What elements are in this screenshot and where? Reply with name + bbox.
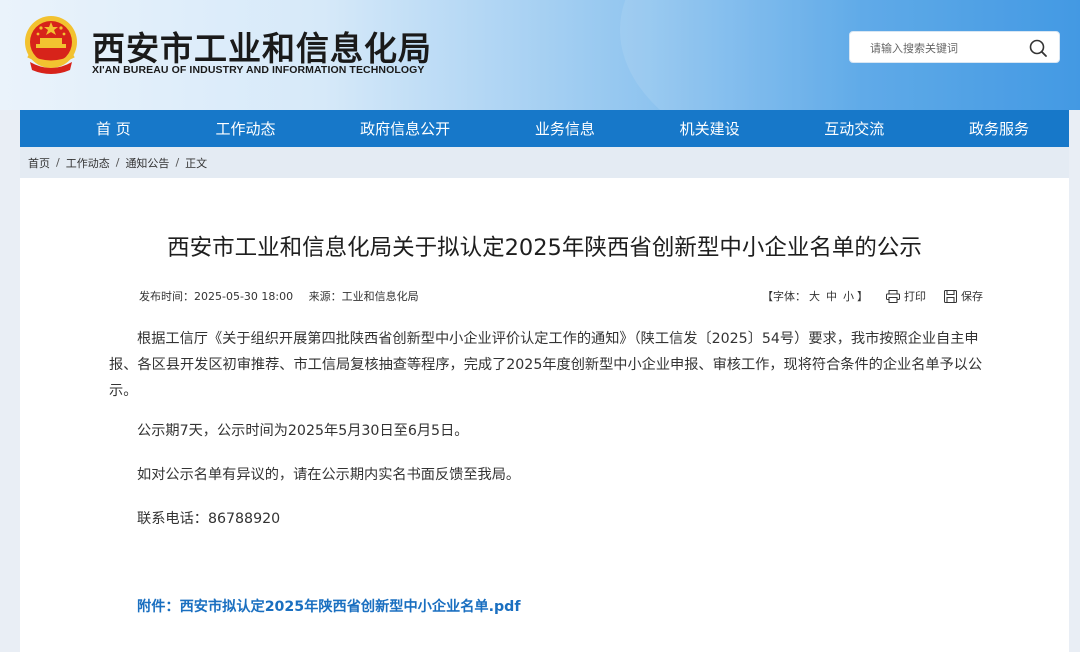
breadcrumb-current: 正文 <box>185 156 208 170</box>
breadcrumb-separator: / <box>115 156 120 169</box>
article-tools: 【字体： 大 中 小 】 打印 保存 <box>762 288 983 304</box>
breadcrumb-work-news[interactable]: 工作动态 <box>66 155 110 171</box>
paragraph-3: 如对公示名单有异议的，请在公示期内实名书面反馈至我局。 <box>137 467 521 483</box>
attachment-link[interactable]: 附件：西安市拟认定2025年陕西省创新型中小企业名单.pdf <box>137 596 521 616</box>
font-size-large[interactable]: 大 <box>809 288 820 304</box>
nav-item-gov-info[interactable]: 政府信息公开 <box>360 118 450 139</box>
article-source: 来源：工业和信息化局 <box>308 290 419 303</box>
nav-item-work-news[interactable]: 工作动态 <box>215 118 275 139</box>
breadcrumb-notices[interactable]: 通知公告 <box>125 155 169 171</box>
print-icon <box>886 289 900 303</box>
paragraph-2: 公示期7天，公示时间为2025年5月30日至6月5日。 <box>137 423 469 439</box>
article-title: 西安市工业和信息化局关于拟认定2025年陕西省创新型中小企业名单的公示 <box>167 235 922 261</box>
nav-item-home[interactable]: 首 页 <box>96 118 131 139</box>
article-meta: 发布时间：2025-05-30 18:00 来源：工业和信息化局 <box>139 288 431 304</box>
paragraph-1: 根据工信厅《关于组织开展第四批陕西省创新型中小企业评价认定工作的通知》（陕工信发… <box>109 331 983 399</box>
paragraph-4: 联系电话：86788920 <box>137 511 281 527</box>
publish-time: 发布时间：2025-05-30 18:00 <box>139 290 294 303</box>
nav-item-gov-services[interactable]: 政务服务 <box>969 118 1029 139</box>
save-label: 保存 <box>961 290 983 303</box>
article-container: 西安市工业和信息化局关于拟认定2025年陕西省创新型中小企业名单的公示 发布时间… <box>20 178 1069 652</box>
nav-item-agency-building[interactable]: 机关建设 <box>680 118 740 139</box>
breadcrumb-separator: / <box>56 156 60 169</box>
search-input[interactable] <box>870 38 1030 58</box>
font-size-small[interactable]: 小 <box>843 288 854 304</box>
nav-item-interaction[interactable]: 互动交流 <box>824 118 884 139</box>
save-button[interactable]: 保存 <box>944 288 983 304</box>
print-label: 打印 <box>904 290 926 303</box>
breadcrumb-home[interactable]: 首页 <box>28 155 50 171</box>
main-nav: 首 页 工作动态 政府信息公开 业务信息 机关建设 互动交流 政务服务 <box>20 110 1069 147</box>
site-subtitle: XI'AN BUREAU OF INDUSTRY AND INFORMATION… <box>92 64 425 76</box>
article-body: 根据工信厅《关于组织开展第四批陕西省创新型中小企业评价认定工作的通知》（陕工信发… <box>109 326 983 404</box>
search-icon[interactable] <box>1028 38 1048 58</box>
search-box <box>849 31 1060 63</box>
site-title[interactable]: 西安市工业和信息化局 <box>92 22 432 70</box>
breadcrumb-separator: / <box>175 156 180 169</box>
national-emblem-icon[interactable] <box>22 14 80 76</box>
font-size-close: 】 <box>857 290 868 303</box>
print-button[interactable]: 打印 <box>886 288 926 304</box>
font-size-medium[interactable]: 中 <box>826 288 837 304</box>
font-size-label: 【字体： <box>762 290 806 303</box>
breadcrumb: 首页 / 工作动态 / 通知公告 / 正文 <box>20 147 1069 178</box>
save-icon <box>944 289 957 303</box>
site-header: 西安市工业和信息化局 XI'AN BUREAU OF INDUSTRY AND … <box>0 0 1080 110</box>
nav-item-business-info[interactable]: 业务信息 <box>535 118 595 139</box>
